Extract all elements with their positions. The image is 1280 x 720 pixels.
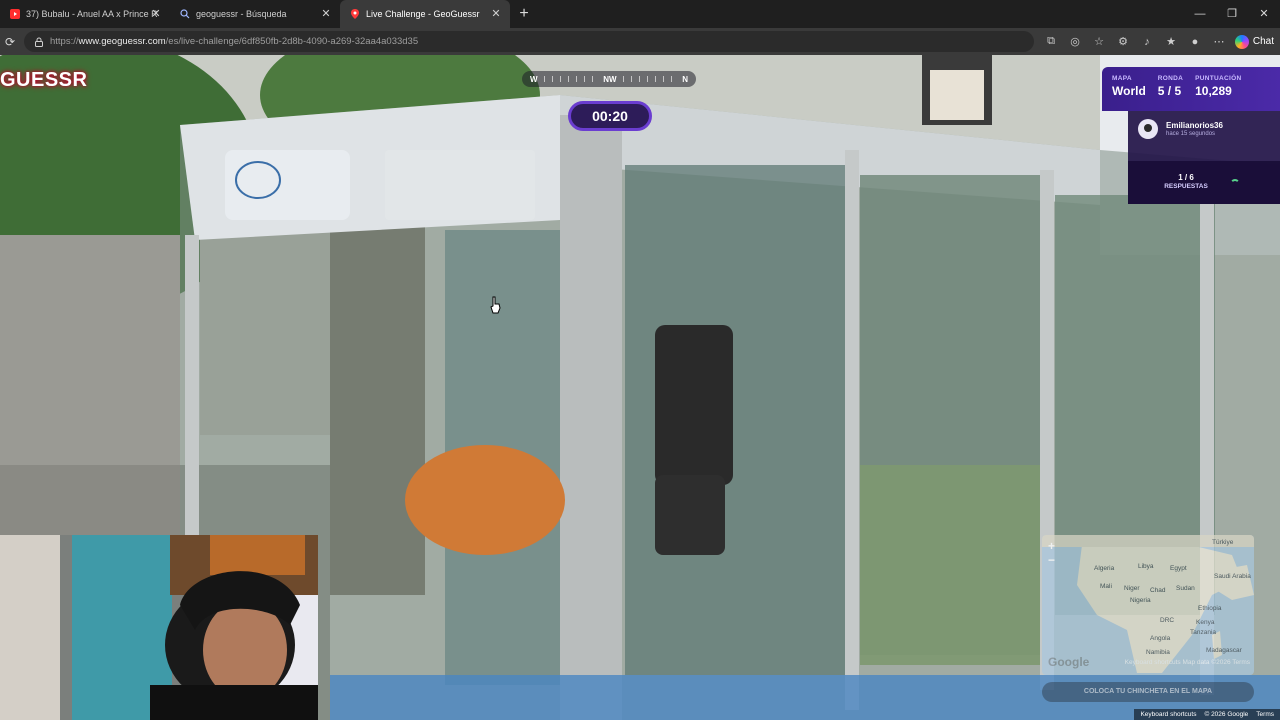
score-status: PUNTUACIÓN 10,289	[1195, 75, 1241, 111]
copyright-text: © 2026 Google	[1204, 711, 1249, 718]
compass-west: W	[530, 74, 538, 84]
compass-bar: W NW N	[522, 71, 696, 87]
guess-map[interactable]: Türkiye Algeria Libya Egypt Saudi Arabia…	[1042, 535, 1254, 675]
map-label-drc: DRC	[1160, 617, 1175, 624]
game-status-bar: MAPA World RONDA 5 / 5 PUNTUACIÓN 10,289	[1102, 67, 1280, 111]
new-tab-button[interactable]: +	[510, 0, 538, 28]
tab-bubalu[interactable]: 37) Bubalu - Anuel AA x Prince R ✕	[0, 0, 170, 28]
map-label-chad: Chad	[1150, 587, 1166, 594]
close-window-icon[interactable]: ✕	[1248, 0, 1280, 28]
streetview-panorama[interactable]: GUESSR W NW N 00:20 MAPA World RONDA 5 /…	[0, 55, 1280, 720]
zoom-out-button[interactable]: −	[1048, 553, 1055, 567]
map-label-ethiopia: Ethiopia	[1198, 605, 1222, 612]
answers-count: 1 / 6	[1178, 173, 1194, 182]
map-label-sudan: Sudan	[1176, 585, 1195, 592]
reading-view-icon[interactable]: ◎	[1066, 35, 1084, 48]
tab-title: 37) Bubalu - Anuel AA x Prince R	[26, 9, 158, 19]
app-available-icon[interactable]: ⧉	[1042, 35, 1060, 48]
extensions-icon[interactable]: ⚙	[1114, 35, 1132, 48]
terms-link[interactable]: Terms	[1256, 711, 1274, 718]
map-label-nigeria: Nigeria	[1130, 597, 1151, 604]
copilot-icon	[1234, 34, 1249, 49]
more-menu-icon[interactable]: ⋯	[1210, 35, 1228, 48]
map-label-angola: Angola	[1150, 635, 1171, 642]
round-timer: 00:20	[568, 101, 652, 131]
compass-ticks	[622, 76, 677, 82]
copilot-chat-button[interactable]: Chat	[1234, 32, 1274, 51]
search-icon	[180, 9, 190, 19]
score-label: PUNTUACIÓN	[1195, 75, 1242, 82]
map-label-kenya: Kenya	[1196, 619, 1215, 626]
site-info-icon[interactable]	[34, 37, 44, 47]
round-status: RONDA 5 / 5	[1158, 75, 1183, 111]
zoom-in-button[interactable]: +	[1048, 539, 1055, 553]
loading-spinner-icon	[1230, 179, 1240, 189]
address-bar-row: ⟳ https://www.geoguessr.com/es/live-chal…	[0, 28, 1280, 55]
map-label-algeria: Algeria	[1094, 565, 1115, 572]
youtube-icon	[10, 9, 20, 19]
map-label-namibia: Namibia	[1146, 649, 1170, 656]
map-label: MAPA	[1112, 75, 1132, 82]
round-value: 5 / 5	[1157, 84, 1182, 98]
compass-north: N	[682, 74, 689, 84]
restore-icon[interactable]: ❐	[1216, 0, 1248, 28]
close-icon[interactable]: ✕	[490, 8, 502, 20]
favorites-icon[interactable]: ★	[1162, 35, 1180, 48]
map-credits[interactable]: Keyboard shortcuts Map data ©2026 Terms	[1125, 659, 1250, 666]
compass-ticks	[543, 76, 598, 82]
close-icon[interactable]: ✕	[320, 8, 332, 20]
map-label-libya: Libya	[1138, 563, 1154, 570]
tab-title: Live Challenge - GeoGuessr	[366, 9, 480, 19]
map-label-madagascar: Madagascar	[1206, 647, 1242, 654]
keyboard-shortcuts-link[interactable]: Keyboard shortcuts	[1140, 711, 1196, 718]
webcam-image	[0, 535, 318, 720]
url-domain: www.geoguessr.com	[78, 36, 166, 47]
player-time: hace 15 segundos	[1166, 131, 1216, 137]
place-pin-button[interactable]: COLOCA TU CHINCHETA EN EL MAPA	[1042, 682, 1254, 702]
google-logo: Google	[1048, 655, 1090, 669]
map-label-niger: Niger	[1124, 585, 1140, 592]
webcam-overlay	[0, 535, 318, 720]
avatar	[1138, 119, 1158, 139]
browser-tab-strip: 37) Bubalu - Anuel AA x Prince R ✕ geogu…	[0, 0, 1280, 28]
streetview-credits: Keyboard shortcuts © 2026 Google Terms	[1134, 709, 1280, 720]
map-label-tanzania: Tanzania	[1190, 629, 1217, 636]
map-label-saudi-arabia: Saudi Arabia	[1214, 573, 1251, 580]
map-label-turkiye: Türkiye	[1212, 539, 1234, 546]
url-path: /es/live-challenge/6df850fb-2d8b-4090-a2…	[165, 36, 419, 47]
performance-icon[interactable]: ♪	[1138, 36, 1156, 48]
close-icon[interactable]: ✕	[150, 8, 162, 20]
window-controls: — ❐ ✕	[1184, 0, 1280, 28]
reload-icon[interactable]: ⟳	[0, 35, 20, 49]
profile-avatar-icon[interactable]: ●	[1186, 36, 1204, 48]
hand-cursor-icon	[490, 296, 501, 314]
score-value: 10,289	[1195, 84, 1232, 98]
map-value: World	[1112, 84, 1146, 98]
geoguessr-pin-icon	[351, 9, 359, 19]
tab-live-challenge[interactable]: Live Challenge - GeoGuessr ✕	[340, 0, 510, 28]
answers-label: RESPUESTAS	[1164, 183, 1208, 190]
map-status: MAPA World	[1112, 75, 1146, 111]
url-prefix: https://	[50, 36, 79, 47]
favorite-star-icon[interactable]: ☆	[1090, 35, 1108, 48]
url-text: https://www.geoguessr.com/es/live-challe…	[50, 36, 418, 47]
geoguessr-logo: GUESSR	[0, 69, 88, 91]
answers-counter: 1 / 6 RESPUESTAS	[1128, 161, 1280, 204]
round-label: RONDA	[1157, 75, 1184, 82]
tab-search[interactable]: geoguessr - Búsqueda ✕	[170, 0, 340, 28]
player-name: Emilianorios36	[1166, 121, 1223, 130]
url-field[interactable]: https://www.geoguessr.com/es/live-challe…	[24, 31, 1034, 52]
player-entry: Emilianorios36 hace 15 segundos	[1128, 111, 1280, 147]
map-label-mali: Mali	[1100, 583, 1112, 590]
players-panel: Emilianorios36 hace 15 segundos 1 / 6 RE…	[1128, 111, 1280, 204]
map-zoom-controls: + −	[1048, 539, 1055, 567]
chat-label: Chat	[1252, 36, 1274, 47]
minimize-icon[interactable]: —	[1184, 0, 1216, 28]
tab-title: geoguessr - Búsqueda	[196, 9, 287, 19]
toolbar-icons: ⧉ ◎ ☆ ⚙ ♪ ★ ● ⋯	[1042, 28, 1228, 55]
compass-heading: NW	[603, 74, 617, 84]
map-label-egypt: Egypt	[1170, 565, 1187, 572]
